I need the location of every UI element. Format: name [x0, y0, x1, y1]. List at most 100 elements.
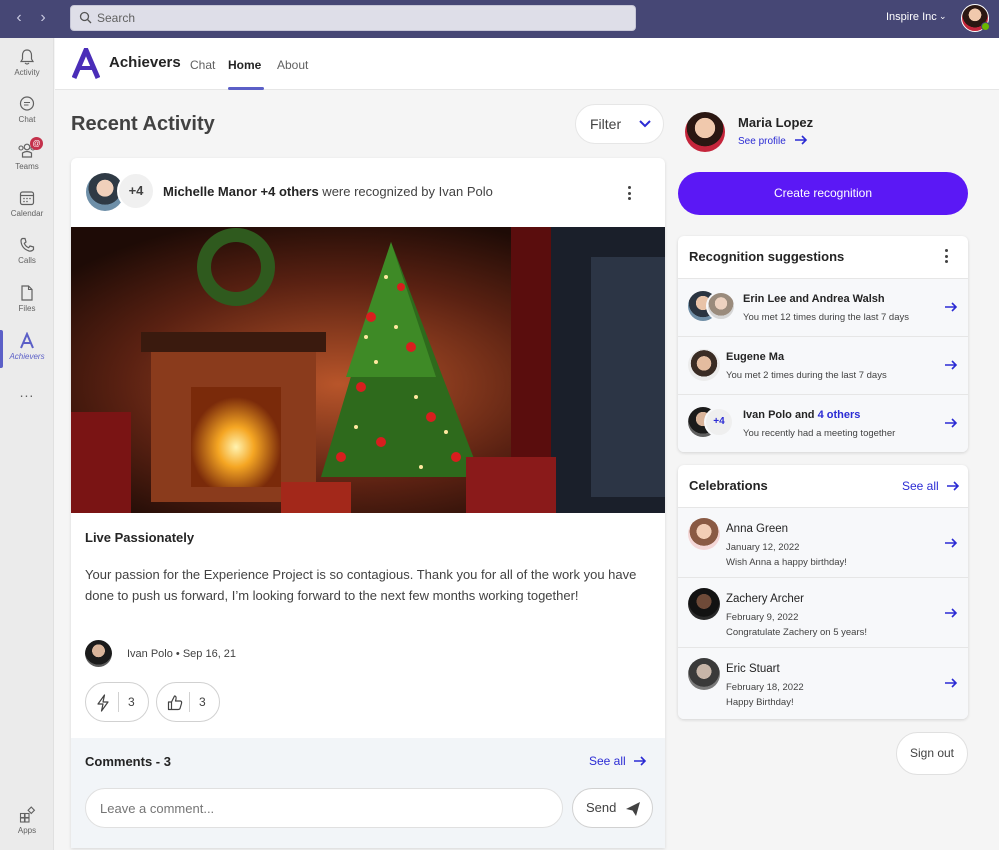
send-icon: [626, 802, 640, 816]
celebration-name: Anna Green: [726, 523, 789, 535]
celebration-name: Zachery Archer: [726, 593, 804, 605]
others-link[interactable]: 4 others: [818, 409, 861, 421]
like-count: 3: [199, 695, 206, 709]
suggestion-avatar: [706, 291, 736, 321]
celebration-date: February 9, 2022: [726, 612, 799, 623]
rail-label: Apps: [17, 826, 37, 835]
celebrations-see-all-link[interactable]: See all: [902, 479, 960, 493]
see-all-label: See all: [902, 479, 939, 493]
celebration-message: Wish Anna a happy birthday!: [726, 557, 847, 568]
title-bar: ‹ › Inspire Inc ⌄: [0, 0, 999, 38]
send-label: Send: [586, 800, 617, 815]
rail-item-teams[interactable]: @ Teams: [0, 136, 54, 182]
suggestion-detail: You met 2 times during the last 7 days: [726, 370, 887, 381]
author-line: Ivan Polo • Sep 16, 21: [127, 648, 237, 660]
tab-home[interactable]: Home: [228, 58, 261, 72]
suggestion-name: Ivan Polo and 4 others: [743, 409, 860, 421]
comments-see-all-link[interactable]: See all: [589, 754, 647, 768]
reaction-divider: [118, 692, 119, 712]
app-rail: Activity Chat @ Teams Calendar Calls Fil…: [0, 38, 54, 850]
suggestions-more-icon[interactable]: [945, 249, 949, 266]
suggestion-name: Eugene Ma: [726, 351, 785, 363]
see-profile-label: See profile: [738, 136, 786, 147]
celebration-message: Congratulate Zachery on 5 years!: [726, 627, 867, 638]
tab-about[interactable]: About: [277, 58, 308, 72]
holiday-scene-image: [71, 227, 665, 513]
author-avatar[interactable]: [85, 640, 112, 667]
app-name: Achievers: [109, 54, 181, 71]
chat-icon: [19, 96, 35, 111]
rail-item-chat[interactable]: Chat: [0, 89, 54, 135]
celebrations-panel: Celebrations See all Anna Green January …: [678, 465, 968, 719]
rail-item-activity[interactable]: Activity: [0, 42, 54, 88]
rail-label: Chat: [18, 115, 36, 124]
arrow-right-icon: [945, 678, 958, 688]
send-button[interactable]: Send: [572, 788, 653, 828]
rail-label: Achievers: [9, 352, 45, 361]
rail-item-achievers[interactable]: Achievers: [0, 326, 54, 372]
suggestion-name: Erin Lee and Andrea Walsh: [743, 293, 885, 305]
profile-avatar[interactable]: [685, 112, 725, 152]
more-icon: ...: [19, 384, 35, 400]
post-body: Your passion for the Experience Project …: [85, 567, 637, 603]
arrow-right-icon: [945, 360, 958, 370]
rail-item-more[interactable]: ...: [0, 380, 54, 426]
rail-item-calendar[interactable]: Calendar: [0, 183, 54, 229]
filter-button[interactable]: Filter: [575, 104, 664, 144]
achievers-logo-icon: [72, 48, 100, 79]
arrow-right-icon: [794, 135, 807, 145]
panel-title: Recognition suggestions: [689, 249, 845, 264]
comment-input[interactable]: [85, 788, 563, 828]
rail-item-apps[interactable]: Apps: [0, 800, 54, 846]
rail-item-files[interactable]: Files: [0, 278, 54, 324]
lightning-icon: [97, 694, 109, 712]
arrow-right-icon: [947, 481, 960, 491]
rail-label: Calls: [18, 256, 36, 265]
back-arrow-icon[interactable]: ‹: [10, 9, 28, 27]
celebration-row[interactable]: Zachery Archer February 9, 2022 Congratu…: [678, 577, 968, 647]
org-switcher[interactable]: Inspire Inc: [886, 11, 937, 23]
arrow-right-icon: [945, 538, 958, 548]
more-recipients-badge[interactable]: +4: [117, 172, 155, 210]
celebration-avatar: [688, 588, 720, 620]
suggestion-row[interactable]: Eugene Ma You met 2 times during the las…: [678, 336, 968, 394]
suggestion-detail: You recently had a meeting together: [743, 428, 896, 439]
suggestion-row[interactable]: Erin Lee and Andrea Walsh You met 12 tim…: [678, 278, 968, 336]
sign-out-button[interactable]: Sign out: [896, 732, 968, 775]
suggestion-row[interactable]: +4 Ivan Polo and 4 others You recently h…: [678, 394, 968, 452]
celebration-name: Eric Stuart: [726, 663, 780, 675]
post-headline-rest: were recognized by Ivan Polo: [318, 184, 493, 199]
create-recognition-button[interactable]: Create recognition: [678, 172, 968, 215]
celebration-row[interactable]: Eric Stuart February 18, 2022 Happy Birt…: [678, 647, 968, 719]
rail-item-calls[interactable]: Calls: [0, 230, 54, 276]
suggestion-detail: You met 12 times during the last 7 days: [743, 312, 909, 323]
celebration-row[interactable]: Anna Green January 12, 2022 Wish Anna a …: [678, 507, 968, 577]
post-recipients[interactable]: Michelle Manor +4 others: [163, 184, 319, 199]
boost-reaction-button[interactable]: 3: [85, 682, 149, 722]
panel-title: Celebrations: [689, 478, 768, 493]
chevron-down-icon[interactable]: ⌄: [939, 11, 947, 22]
see-all-label: See all: [589, 754, 626, 768]
arrow-right-icon: [634, 756, 647, 766]
search-box[interactable]: [70, 5, 636, 31]
chevron-down-icon: [639, 120, 651, 128]
forward-arrow-icon[interactable]: ›: [34, 9, 52, 27]
mention-badge: @: [30, 137, 43, 150]
arrow-right-icon: [945, 418, 958, 428]
thumbs-up-icon: [167, 695, 183, 711]
boost-count: 3: [128, 695, 135, 709]
like-reaction-button[interactable]: 3: [156, 682, 220, 722]
tab-chat[interactable]: Chat: [190, 58, 215, 72]
comments-section: Comments - 3 See all Send: [71, 738, 665, 848]
comments-title: Comments - 3: [85, 754, 171, 769]
search-icon: [79, 11, 92, 24]
see-profile-link[interactable]: See profile: [738, 135, 808, 147]
arrow-right-icon: [945, 302, 958, 312]
rail-label: Files: [18, 304, 36, 313]
post-more-icon[interactable]: [628, 186, 632, 203]
calendar-icon: [19, 191, 35, 206]
celebration-message: Happy Birthday!: [726, 697, 794, 708]
more-people-badge: +4: [704, 407, 734, 437]
recognition-suggestions-panel: Recognition suggestions Erin Lee and And…: [678, 236, 968, 452]
search-input[interactable]: [97, 9, 617, 27]
